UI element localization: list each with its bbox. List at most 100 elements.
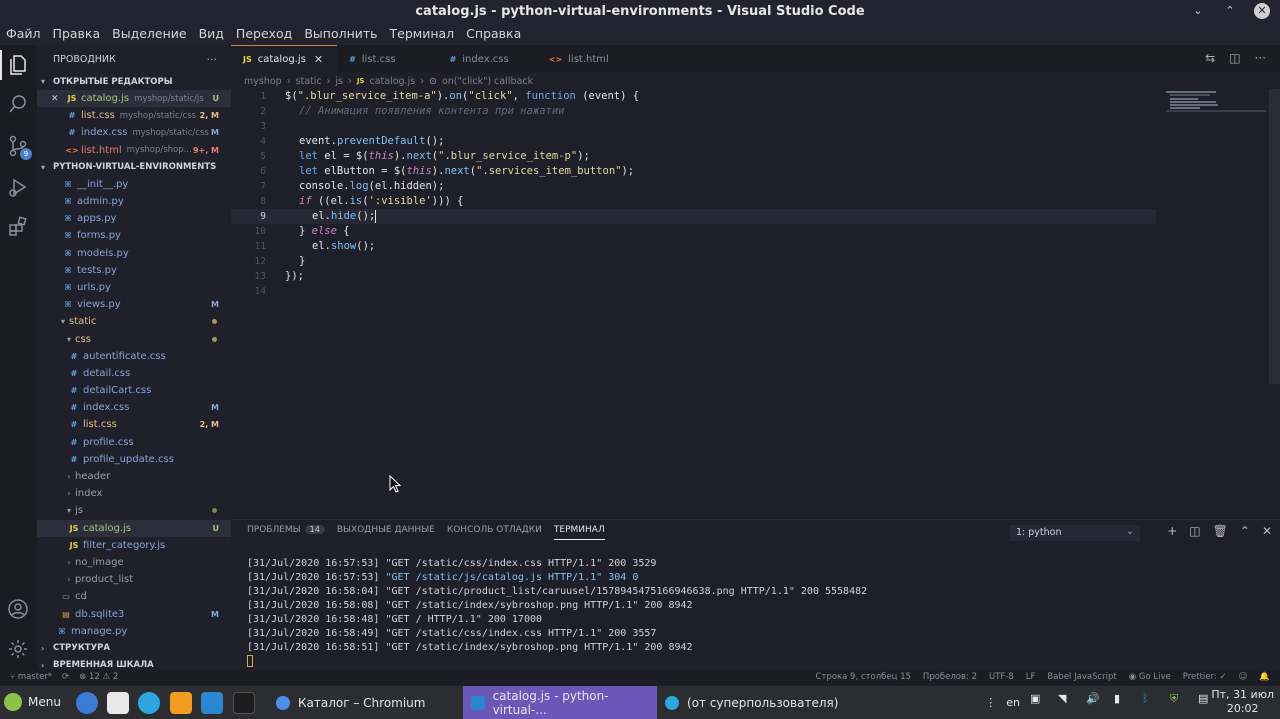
code-editor[interactable]: 1 $(".blur_service_item-a").on("click", f…	[231, 89, 1280, 519]
tree-item[interactable]: ▤ db.sqlite3 M	[37, 605, 231, 622]
tab-catalog-js[interactable]: JS catalog.js ✕	[231, 45, 338, 73]
outline-section[interactable]: › СТРУКТУРА	[37, 640, 231, 657]
source-control-icon[interactable]: 9	[6, 134, 32, 160]
battery-icon[interactable]: ▮	[1114, 692, 1132, 712]
indentation[interactable]: Пробелов: 2	[923, 672, 977, 682]
problems-status[interactable]: ⊗ 12 ⚠ 2	[79, 672, 118, 682]
printer-icon[interactable]: ▣	[1030, 692, 1048, 712]
breadcrumb-item[interactable]: catalog.js	[369, 76, 415, 87]
files-launcher-icon[interactable]	[107, 692, 129, 714]
volume-icon[interactable]: 🔊	[1086, 692, 1104, 712]
telegram-launcher-icon[interactable]	[138, 692, 160, 714]
tree-folder-index[interactable]: › index	[37, 485, 231, 502]
more-actions-icon[interactable]: ···	[207, 53, 218, 66]
tab-list-css[interactable]: # list.css	[337, 45, 410, 73]
bluetooth-icon[interactable]: ᛒ	[1142, 692, 1160, 712]
menu-view[interactable]: Вид	[199, 24, 230, 45]
gear-icon[interactable]	[6, 637, 30, 661]
explorer-icon[interactable]	[6, 53, 30, 77]
timeline-section[interactable]: › ВРЕМЕННАЯ ШКАЛА	[37, 657, 231, 670]
menu-help[interactable]: Справка	[466, 24, 527, 45]
extensions-icon[interactable]	[6, 215, 30, 239]
close-button[interactable]: ✕	[1254, 3, 1270, 19]
menu-terminal[interactable]: Терминал	[390, 24, 461, 45]
tree-item-catalog-js[interactable]: JS catalog.js U	[37, 519, 231, 537]
add-terminal-icon[interactable]: +	[1167, 524, 1177, 538]
breadcrumb-item[interactable]: js	[335, 76, 343, 87]
terminal-select[interactable]: 1: python ⌄	[1010, 525, 1140, 541]
tree-item[interactable]: # detail.css	[37, 365, 231, 382]
start-menu-button[interactable]: Menu	[4, 693, 61, 711]
tree-folder-header[interactable]: › header	[37, 468, 231, 485]
terminal-output[interactable]: [31/Jul/2020 16:57:53] "GET /static/css/…	[247, 557, 1267, 669]
tree-item[interactable]: ⌘ apps.py	[37, 210, 231, 227]
tree-item[interactable]: ⌘ tests.py	[37, 262, 231, 279]
tree-item[interactable]: ⌘ urls.py	[37, 279, 231, 296]
wifi-icon[interactable]: ◥	[1058, 692, 1076, 712]
split-editor-icon[interactable]: ◫	[1229, 51, 1240, 65]
tree-folder-product-list[interactable]: › product_list	[37, 571, 231, 588]
menu-selection[interactable]: Выделение	[112, 24, 192, 45]
end-of-line[interactable]: LF	[1026, 672, 1036, 682]
open-changes-icon[interactable]: ⇆	[1205, 51, 1215, 65]
open-editor-catalog-js[interactable]: ✕ JS catalog.js myshop/static/js U	[37, 90, 231, 108]
tab-list-html[interactable]: <> list.html	[523, 45, 623, 73]
menu-file[interactable]: Файл	[6, 24, 47, 45]
task-chromium[interactable]: Каталог – Chromium	[268, 686, 463, 719]
open-editor-list-html[interactable]: <> list.html myshop/shop... 9+, M	[37, 142, 231, 159]
breadcrumb-item[interactable]: static	[296, 76, 322, 87]
keyboard-layout[interactable]: en	[1006, 696, 1020, 709]
tree-item[interactable]: JS filter_category.js	[37, 537, 231, 554]
maximize-button[interactable]: ⌃	[1222, 3, 1238, 19]
cursor-position[interactable]: Строка 9, столбец 15	[816, 672, 911, 682]
more-actions-icon[interactable]: ···	[1255, 51, 1266, 65]
tree-item[interactable]: ⌘ models.py	[37, 245, 231, 262]
project-section[interactable]: ▾ PYTHON-VIRTUAL-ENVIRONMENTS	[37, 159, 231, 176]
encoding[interactable]: UTF-8	[989, 672, 1014, 682]
open-editor-list-css[interactable]: # list.css myshop/static/css 2, M	[37, 107, 231, 124]
tab-output[interactable]: ВЫХОДНЫЕ ДАННЫЕ	[337, 525, 435, 540]
menu-go[interactable]: Переход	[236, 24, 298, 45]
tree-item[interactable]: # list.css 2, M	[37, 416, 231, 433]
task-vscode[interactable]: catalog.js - python-virtual-...	[463, 686, 657, 719]
prettier-status[interactable]: Prettier: ✓	[1183, 672, 1227, 682]
tree-item[interactable]: # profile.css	[37, 434, 231, 451]
sync-icon[interactable]: ⟳	[62, 672, 69, 682]
trash-icon[interactable]: 🗑	[1213, 524, 1228, 538]
close-panel-icon[interactable]: ✕	[1262, 524, 1272, 538]
tree-item[interactable]: ⌘ admin.py	[37, 193, 231, 210]
tree-folder-static[interactable]: ▾ static	[37, 313, 231, 330]
close-icon[interactable]: ✕	[314, 53, 323, 66]
vertical-scrollbar[interactable]	[1269, 89, 1280, 384]
minimize-button[interactable]: ⌄	[1190, 3, 1206, 19]
breadcrumb-item[interactable]: on("click") callback	[442, 76, 533, 87]
terminal-launcher-icon[interactable]	[233, 692, 255, 714]
close-icon[interactable]: ✕	[51, 94, 65, 104]
tree-item[interactable]: # index.css M	[37, 399, 231, 416]
search-icon[interactable]	[6, 92, 30, 116]
maximize-panel-icon[interactable]: ⌃	[1240, 524, 1250, 538]
tree-item[interactable]: ⌘ views.py M	[37, 296, 231, 313]
split-terminal-icon[interactable]: ◫	[1189, 524, 1200, 538]
open-editor-index-css[interactable]: # index.css myshop/static/css M	[37, 124, 231, 141]
task-superuser[interactable]: (от суперпользователя)	[657, 686, 857, 719]
breadcrumb-item[interactable]: myshop	[244, 76, 282, 87]
tree-item[interactable]: ⌘ manage.py	[37, 623, 231, 640]
open-editors-section[interactable]: ▾ ОТКРЫТЫЕ РЕДАКТОРЫ	[37, 73, 231, 90]
vscode-launcher-icon[interactable]	[201, 692, 223, 714]
browser-launcher-icon[interactable]	[76, 692, 98, 714]
tree-item[interactable]: ⌘ __init__.py	[37, 176, 231, 193]
tab-terminal[interactable]: ТЕРМИНАЛ	[553, 525, 605, 540]
go-live-button[interactable]: ◉ Go Live	[1129, 672, 1171, 682]
clock[interactable]: Пт, 31 июл 20:02	[1211, 688, 1274, 716]
feedback-icon[interactable]: ☺	[1239, 672, 1248, 682]
menu-run[interactable]: Выполнить	[304, 24, 383, 45]
tree-item[interactable]: # detailCart.css	[37, 382, 231, 399]
branch-status[interactable]: ⑂ master*	[10, 672, 52, 682]
tree-item[interactable]: # profile_update.css	[37, 451, 231, 468]
tree-folder-no-image[interactable]: › no_image	[37, 554, 231, 571]
language-mode[interactable]: Babel JavaScript	[1047, 672, 1116, 682]
more-icon[interactable]: ⋮	[985, 696, 996, 709]
menu-edit[interactable]: Правка	[53, 24, 107, 45]
run-debug-icon[interactable]	[6, 175, 30, 199]
